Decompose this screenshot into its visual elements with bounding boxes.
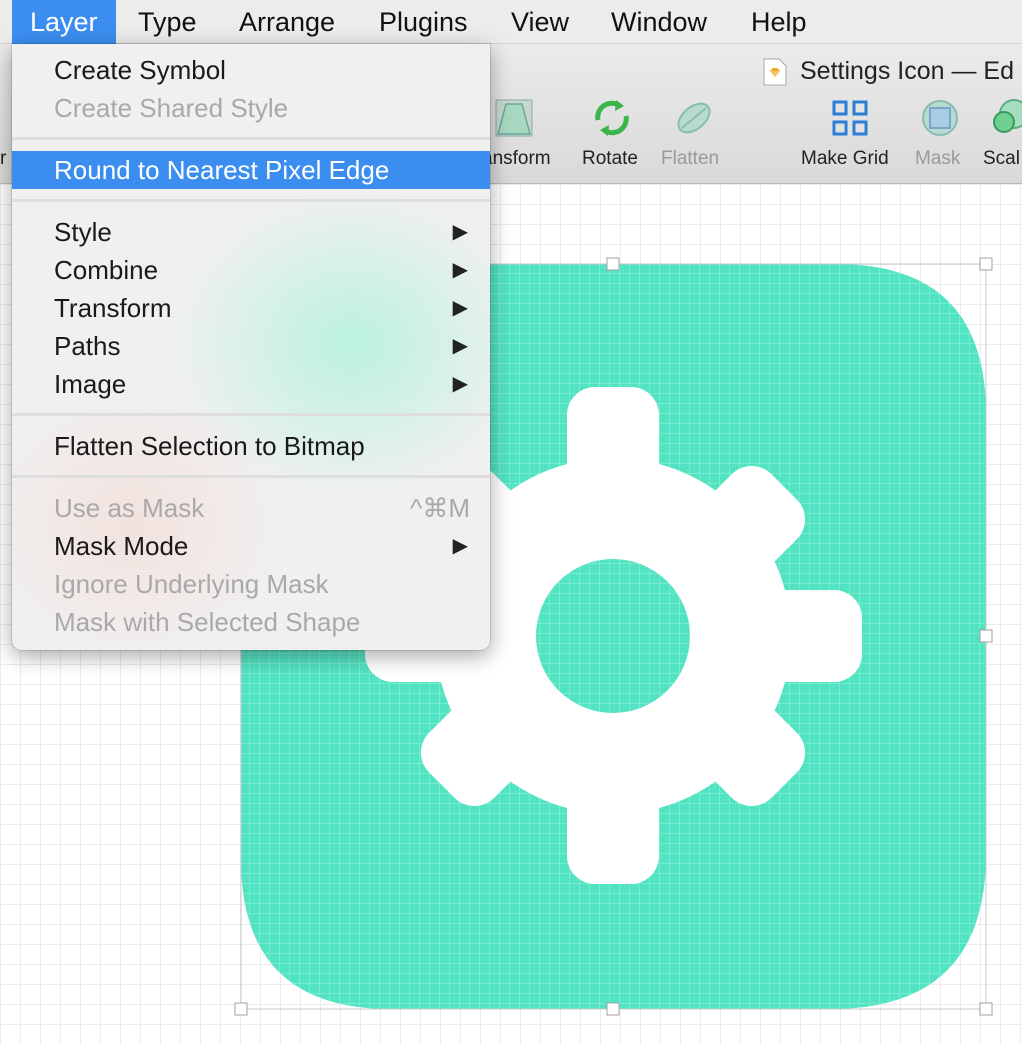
menu-item-style-label: Style xyxy=(54,217,112,247)
menu-layer[interactable]: Layer xyxy=(12,0,116,44)
menu-item-combine[interactable]: Combine ▶ xyxy=(12,251,490,289)
menu-item-paths[interactable]: Paths ▶ xyxy=(12,327,490,365)
menu-bar: Layer Type Arrange Plugins View Window H… xyxy=(0,0,1022,44)
flatten-icon xyxy=(677,102,711,134)
rotate-label: Rotate xyxy=(582,148,638,169)
submenu-arrow-icon: ▶ xyxy=(452,335,468,357)
sketch-document-icon xyxy=(763,58,787,86)
menu-item-transform[interactable]: Transform ▶ xyxy=(12,289,490,327)
resize-handle-top-right[interactable] xyxy=(979,257,993,271)
submenu-arrow-icon: ▶ xyxy=(452,221,468,243)
transform-icon xyxy=(495,99,533,137)
transform-label: ansform xyxy=(482,148,551,169)
menu-item-mask-with-selected-shape: Mask with Selected Shape xyxy=(54,607,361,637)
document-title-text: Settings Icon — Ed xyxy=(800,57,1015,85)
make-grid-label: Make Grid xyxy=(801,148,889,169)
mask-icon xyxy=(922,100,958,136)
menu-separator xyxy=(12,413,490,416)
menu-item-use-as-mask: Use as Mask ^⌘M xyxy=(12,489,490,527)
submenu-arrow-icon: ▶ xyxy=(452,259,468,281)
menu-item-use-as-mask-label: Use as Mask xyxy=(54,493,205,523)
menu-item-image-label: Image xyxy=(54,369,127,399)
toolbar-partial-label: r xyxy=(0,148,7,169)
menu-item-mask-mode-label: Mask Mode xyxy=(54,531,189,561)
make-grid-button[interactable]: Make Grid xyxy=(800,96,900,176)
scale-icon xyxy=(993,99,1022,133)
mask-button[interactable]: Mask xyxy=(914,96,970,176)
menu-plugins[interactable]: Plugins xyxy=(361,0,486,44)
rotate-button[interactable]: Rotate xyxy=(580,96,646,176)
resize-handle-top[interactable] xyxy=(606,257,620,271)
layer-menu: Create Symbol Create Shared Style Round … xyxy=(12,44,490,650)
submenu-arrow-icon: ▶ xyxy=(452,535,468,557)
menu-item-round-to-pixel-edge[interactable]: Round to Nearest Pixel Edge xyxy=(12,151,490,189)
menu-item-transform-label: Transform xyxy=(54,293,172,323)
rotate-icon xyxy=(595,100,629,136)
menu-view[interactable]: View xyxy=(493,0,587,44)
menu-item-image[interactable]: Image ▶ xyxy=(12,365,490,403)
menu-item-create-symbol[interactable]: Create Symbol xyxy=(12,51,490,89)
scale-label: Scal xyxy=(983,148,1020,169)
resize-handle-bottom-left[interactable] xyxy=(234,1002,248,1016)
scale-button[interactable]: Scal xyxy=(982,96,1022,176)
menu-item-style[interactable]: Style ▶ xyxy=(12,213,490,251)
menu-arrange[interactable]: Arrange xyxy=(221,0,353,44)
menu-item-paths-label: Paths xyxy=(54,331,121,361)
menu-item-create-shared-style: Create Shared Style xyxy=(54,93,289,123)
menu-window[interactable]: Window xyxy=(593,0,725,44)
mask-label: Mask xyxy=(915,148,961,169)
flatten-button[interactable]: Flatten xyxy=(660,96,730,176)
transform-button[interactable]: ansform xyxy=(482,96,566,176)
menu-item-combine-label: Combine xyxy=(54,255,159,285)
submenu-arrow-icon: ▶ xyxy=(452,373,468,395)
flatten-label: Flatten xyxy=(661,148,720,169)
menu-item-mask-mode[interactable]: Mask Mode ▶ xyxy=(12,527,490,565)
menu-help[interactable]: Help xyxy=(733,0,825,44)
menu-type[interactable]: Type xyxy=(120,0,215,44)
menu-separator xyxy=(12,137,490,140)
resize-handle-bottom[interactable] xyxy=(606,1002,620,1016)
submenu-arrow-icon: ▶ xyxy=(452,297,468,319)
menu-separator xyxy=(12,199,490,202)
make-grid-icon xyxy=(832,100,868,136)
resize-handle-right[interactable] xyxy=(979,629,993,643)
menu-separator xyxy=(12,475,490,478)
menu-item-flatten-to-bitmap[interactable]: Flatten Selection to Bitmap xyxy=(12,427,490,465)
gear-hole xyxy=(536,559,690,713)
menu-item-ignore-underlying-mask: Ignore Underlying Mask xyxy=(54,569,329,599)
resize-handle-bottom-right[interactable] xyxy=(979,1002,993,1016)
use-as-mask-shortcut: ^⌘M xyxy=(410,493,470,523)
